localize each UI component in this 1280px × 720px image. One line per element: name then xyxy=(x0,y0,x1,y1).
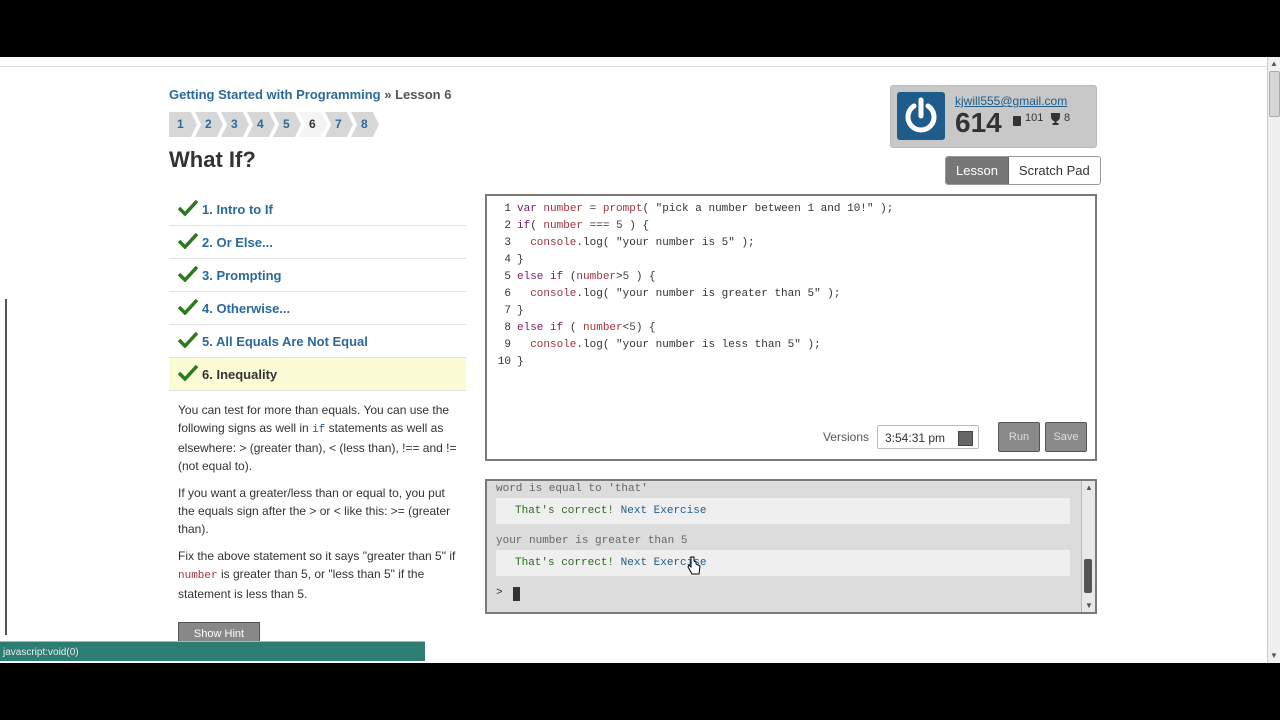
lesson-item-1[interactable]: 1. Intro to If xyxy=(169,193,466,226)
inline-code: number xyxy=(178,570,218,582)
user-email-link[interactable]: kjwill555@gmail.com xyxy=(955,94,1067,108)
status-text: javascript:void(0) xyxy=(3,647,79,658)
lesson-item-label: 5. All Equals Are Not Equal xyxy=(202,333,368,349)
lesson-list: 1. Intro to If 2. Or Else... 3. Promptin… xyxy=(169,193,466,391)
scroll-down-icon[interactable]: ▼ xyxy=(1085,601,1093,610)
check-icon xyxy=(177,232,199,252)
page-scrollbar[interactable]: ▲ ▼ xyxy=(1267,57,1280,663)
versions-select[interactable]: 3:54:31 pm xyxy=(877,425,979,449)
save-button[interactable]: Save xyxy=(1045,422,1087,452)
version-value: 3:54:31 pm xyxy=(885,431,946,445)
console-output-line: word is equal to 'that' xyxy=(496,483,648,495)
code-line: 7} xyxy=(504,305,524,317)
browser-status-bar: javascript:void(0) xyxy=(0,641,425,661)
lesson-item-label: 6. Inequality xyxy=(202,366,278,382)
scroll-down-icon[interactable]: ▼ xyxy=(1270,652,1278,660)
user-score: 614 xyxy=(955,107,1002,138)
power-logo-icon xyxy=(897,92,945,140)
step-5[interactable]: 5 xyxy=(273,112,301,137)
breadcrumb: Getting Started with Programming » Lesso… xyxy=(169,87,451,102)
trophy-icon xyxy=(1049,112,1062,125)
breadcrumb-separator: » xyxy=(384,87,392,102)
step-1[interactable]: 1 xyxy=(169,112,197,137)
trophy-count: 8 xyxy=(1064,112,1071,124)
tab-scratch-pad[interactable]: Scratch Pad xyxy=(1008,157,1100,184)
code-line: 1 var number = prompt( "pick a number bet… xyxy=(504,203,894,215)
lesson-item-label: 4. Otherwise... xyxy=(202,300,291,316)
console-result: That's correct! Next Exercise xyxy=(496,498,1070,524)
code-line: 9 console.log( "your number is less than… xyxy=(504,339,821,351)
code-line: 5 else if (number>5 ) { xyxy=(504,271,656,283)
browser-page: Getting Started with Programming » Lesso… xyxy=(0,57,1280,663)
inline-code: if xyxy=(312,424,326,436)
lesson-item-3[interactable]: 3. Prompting xyxy=(169,259,466,292)
editor-toolbar: Versions 3:54:31 pm Run Save xyxy=(822,422,1087,452)
mode-tabs: Lesson Scratch Pad xyxy=(945,156,1101,185)
code-line: 10} xyxy=(497,356,524,368)
console-result: That's correct! Next Exercise xyxy=(496,550,1070,576)
output-console[interactable]: word is equal to 'that' That's correct! … xyxy=(485,479,1097,614)
lesson-item-6-current[interactable]: 6. Inequality xyxy=(169,358,466,391)
top-divider xyxy=(0,57,1268,67)
step-3[interactable]: 3 xyxy=(221,112,249,137)
result-text: That's correct! xyxy=(515,505,615,517)
console-scroll-thumb[interactable] xyxy=(1084,559,1092,593)
lesson-item-label: 2. Or Else... xyxy=(202,234,273,250)
lesson-steps: 1 2 3 4 5 6 7 8 xyxy=(169,112,379,137)
check-icon xyxy=(177,199,199,219)
console-scrollbar[interactable]: ▲ ▼ xyxy=(1081,481,1095,612)
text-cursor xyxy=(513,587,520,601)
breadcrumb-course-link[interactable]: Getting Started with Programming xyxy=(169,87,381,102)
console-prompt: > xyxy=(496,587,503,599)
hand-cursor-icon xyxy=(687,556,701,576)
result-text: That's correct! xyxy=(515,557,615,569)
code-editor[interactable]: 1 var number = prompt( "pick a number bet… xyxy=(485,194,1097,461)
description-text: Fix the above statement so it says "grea… xyxy=(178,549,456,563)
badge-icon xyxy=(1012,114,1022,126)
step-6-current[interactable]: 6 xyxy=(299,112,327,137)
step-7[interactable]: 7 xyxy=(325,112,353,137)
description-paragraph: You can test for more than equals. You c… xyxy=(178,401,463,475)
lesson-description: You can test for more than equals. You c… xyxy=(178,401,463,612)
check-icon xyxy=(177,364,199,384)
check-icon xyxy=(177,331,199,351)
lesson-item-label: 3. Prompting xyxy=(202,267,282,283)
page-title: What If? xyxy=(169,147,256,172)
code-line: 2 if( number === 5 ) { xyxy=(504,220,650,232)
code-line: 6 console.log( "your number is greater t… xyxy=(504,288,841,300)
step-2[interactable]: 2 xyxy=(195,112,223,137)
user-profile-card: kjwill555@gmail.com 614 101 8 xyxy=(890,85,1097,148)
check-icon xyxy=(177,298,199,318)
code-line: 3 console.log( "your number is 5" ); xyxy=(504,237,755,249)
breadcrumb-lesson: Lesson 6 xyxy=(395,87,452,102)
scroll-up-icon[interactable]: ▲ xyxy=(1085,483,1093,492)
step-4[interactable]: 4 xyxy=(247,112,275,137)
lesson-item-label: 1. Intro to If xyxy=(202,201,273,217)
description-paragraph: If you want a greater/less than or equal… xyxy=(178,486,451,536)
lesson-item-4[interactable]: 4. Otherwise... xyxy=(169,292,466,325)
next-exercise-link[interactable]: Next Exercise xyxy=(621,505,707,517)
console-output-line: your number is greater than 5 xyxy=(496,535,688,547)
step-8[interactable]: 8 xyxy=(351,112,379,137)
description-paragraph: Fix the above statement so it says "grea… xyxy=(178,547,463,603)
page-scroll-thumb[interactable] xyxy=(1269,71,1280,117)
scroll-up-icon[interactable]: ▲ xyxy=(1270,60,1278,68)
check-icon xyxy=(177,265,199,285)
code-line: 4} xyxy=(504,254,524,266)
code-line: 8 else if ( number<5) { xyxy=(504,322,656,334)
badge-count: 101 xyxy=(1025,112,1044,124)
tab-lesson[interactable]: Lesson xyxy=(946,157,1009,184)
versions-label: Versions xyxy=(822,430,869,444)
run-button[interactable]: Run xyxy=(998,422,1040,452)
lesson-item-5[interactable]: 5. All Equals Are Not Equal xyxy=(169,325,466,358)
lesson-item-2[interactable]: 2. Or Else... xyxy=(169,226,466,259)
left-edge-bar xyxy=(0,299,7,635)
calendar-icon[interactable] xyxy=(958,431,973,446)
